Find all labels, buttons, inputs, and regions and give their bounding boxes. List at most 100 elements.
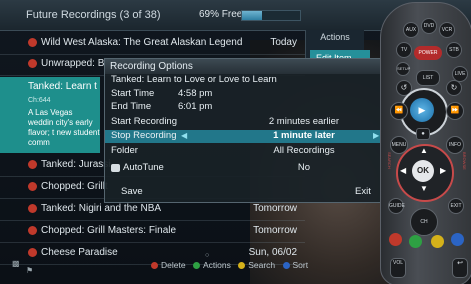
record-icon: [28, 204, 37, 213]
down-arrow-icon[interactable]: ▼: [420, 184, 428, 193]
free-space-bar: [241, 10, 301, 21]
list-item-date: Today: [270, 37, 297, 48]
stop-recording-label: Stop Recording: [111, 130, 177, 141]
aux-button[interactable]: AUX: [403, 22, 419, 38]
search-side-label: SEARCH: [387, 152, 392, 169]
legend-actions: Actions: [192, 260, 231, 270]
vol-rocker[interactable]: VOL: [390, 258, 406, 278]
guide-button[interactable]: GUIDE: [388, 198, 405, 214]
list-item[interactable]: Wild West Alaska: The Great Alaskan Lege…: [0, 32, 305, 55]
list-item-date: Tomorrow: [253, 203, 297, 214]
dialog-title: Recording Options: [110, 61, 193, 72]
save-button[interactable]: Save: [121, 186, 143, 197]
start-recording-row[interactable]: Start Recording 2 minutes earlier: [105, 116, 383, 129]
folder-label: Folder: [111, 145, 138, 156]
folder-row[interactable]: Folder All Recordings: [105, 145, 383, 158]
exit-button[interactable]: Exit: [355, 186, 371, 197]
record-icon: [28, 160, 37, 169]
free-space-label: 69% Free: [199, 9, 243, 20]
autotune-value[interactable]: No: [225, 162, 383, 173]
ch-rocker[interactable]: CH: [410, 208, 438, 236]
bullet-icon: ○: [205, 252, 210, 259]
green-button[interactable]: [409, 235, 422, 248]
list-item[interactable]: Chopped: Grill Masters: Finale Tomorrow: [0, 220, 305, 243]
start-time-value: 4:58 pm: [178, 88, 213, 99]
record-icon: [28, 182, 37, 191]
start-time-label: Start Time: [111, 88, 155, 99]
selected-item-channel: Ch:644: [28, 97, 51, 104]
power-button[interactable]: POWER: [414, 46, 442, 60]
skip-icon[interactable]: ↻: [446, 80, 462, 96]
left-arrow-icon[interactable]: ◀: [400, 166, 406, 175]
lock-icon: ▩: [12, 259, 20, 268]
list-item-title: Tanked: Nigiri and the NBA: [41, 203, 162, 214]
ok-button[interactable]: OK: [412, 160, 434, 182]
dvd-button[interactable]: DVD: [421, 18, 437, 34]
selected-item-title: Tanked: Learn t: [28, 81, 97, 92]
program-title: Tanked: Learn to Love or Love to Learn: [111, 74, 277, 85]
record-icon: [28, 248, 37, 257]
red-button-icon: [151, 262, 158, 269]
arrow-left-icon[interactable]: ◀: [181, 131, 187, 140]
record-icon: [28, 226, 37, 235]
yellow-button[interactable]: [431, 235, 444, 248]
legend-sort: Sort: [282, 260, 308, 270]
browse-side-label: BROWSE: [462, 152, 467, 170]
legend-search: Search: [238, 260, 275, 270]
page-title: Future Recordings (3 of 38): [26, 9, 161, 21]
green-button-icon: [192, 262, 200, 269]
tv-button[interactable]: TV: [396, 42, 412, 58]
legend-delete: Delete: [151, 260, 186, 270]
blue-button-icon: [282, 262, 290, 269]
list-item-title: Unwrapped: BE: [41, 58, 112, 69]
selected-item-description: A Las Vegas weddin city's early flavor; …: [28, 108, 100, 147]
list-item-title: Chopped: Grill Masters: Finale: [41, 225, 177, 236]
autotune-label: AutoTune: [123, 162, 164, 173]
list-item-title: Chopped: Grillt: [41, 181, 108, 192]
button-legend: Delete Actions Search Sort: [151, 260, 313, 270]
rewind-icon[interactable]: ⏪: [390, 102, 408, 120]
record-icon: [28, 38, 37, 47]
free-space-bar-fill: [242, 11, 263, 20]
tv-screen: Future Recordings (3 of 38) 69% Free Wil…: [0, 0, 471, 284]
start-recording-value[interactable]: 2 minutes earlier: [225, 116, 383, 127]
end-time-label: End Time: [111, 101, 152, 112]
folder-value[interactable]: All Recordings: [225, 145, 383, 156]
flag-icon: ⚑: [26, 266, 34, 275]
play-pause-icon[interactable]: ▶: [410, 98, 434, 122]
recording-options-dialog: Recording Options Tanked: Learn to Love …: [104, 58, 384, 203]
stop-recording-value[interactable]: 1 minute later: [225, 130, 383, 141]
list-item-date: Tomorrow: [253, 225, 297, 236]
vcr-button[interactable]: VCR: [439, 22, 455, 38]
start-time-row: Start Time 4:58 pm: [105, 88, 383, 101]
program-title-row: Tanked: Learn to Love or Love to Learn: [105, 74, 383, 87]
right-arrow-icon[interactable]: ▶: [440, 166, 446, 175]
back-icon[interactable]: ↩: [452, 258, 468, 278]
list-item-title: Cheese Paradise: [41, 247, 118, 258]
fast-forward-icon[interactable]: ⏩: [446, 102, 464, 120]
record-icon: [28, 59, 37, 68]
up-arrow-icon[interactable]: ▲: [420, 146, 428, 155]
end-time-row: End Time 6:01 pm: [105, 101, 383, 114]
setup-button[interactable]: SETUP: [396, 62, 410, 76]
record-button-icon[interactable]: ●: [416, 128, 430, 140]
actions-title: Actions: [320, 32, 350, 42]
list-item-title: Wild West Alaska: The Great Alaskan Lege…: [41, 37, 243, 48]
arrow-right-icon[interactable]: ▶: [373, 131, 379, 140]
list-item-date: Sun, 06/02: [248, 247, 297, 258]
end-time-value: 6:01 pm: [178, 101, 213, 112]
dialog-header: Recording Options: [105, 59, 383, 74]
blue-button[interactable]: [451, 233, 464, 246]
selected-list-item[interactable]: Tanked: Learn t Ch:644 A Las Vegas weddi…: [0, 77, 100, 153]
stb-button[interactable]: STB: [446, 42, 462, 58]
autotune-icon: [111, 164, 120, 172]
exit-remote-button[interactable]: EXIT: [448, 198, 464, 214]
red-button[interactable]: [389, 233, 402, 246]
list-button[interactable]: LIST: [416, 70, 440, 86]
autotune-row[interactable]: AutoTune No: [105, 162, 383, 175]
dialog-footer: Save Exit: [105, 184, 383, 201]
list-item-title: Tanked: Jurassi: [41, 159, 111, 170]
vol-label: VOL: [392, 260, 403, 266]
yellow-button-icon: [238, 262, 246, 269]
stop-recording-row[interactable]: Stop Recording ◀ 1 minute later ▶: [105, 130, 383, 143]
